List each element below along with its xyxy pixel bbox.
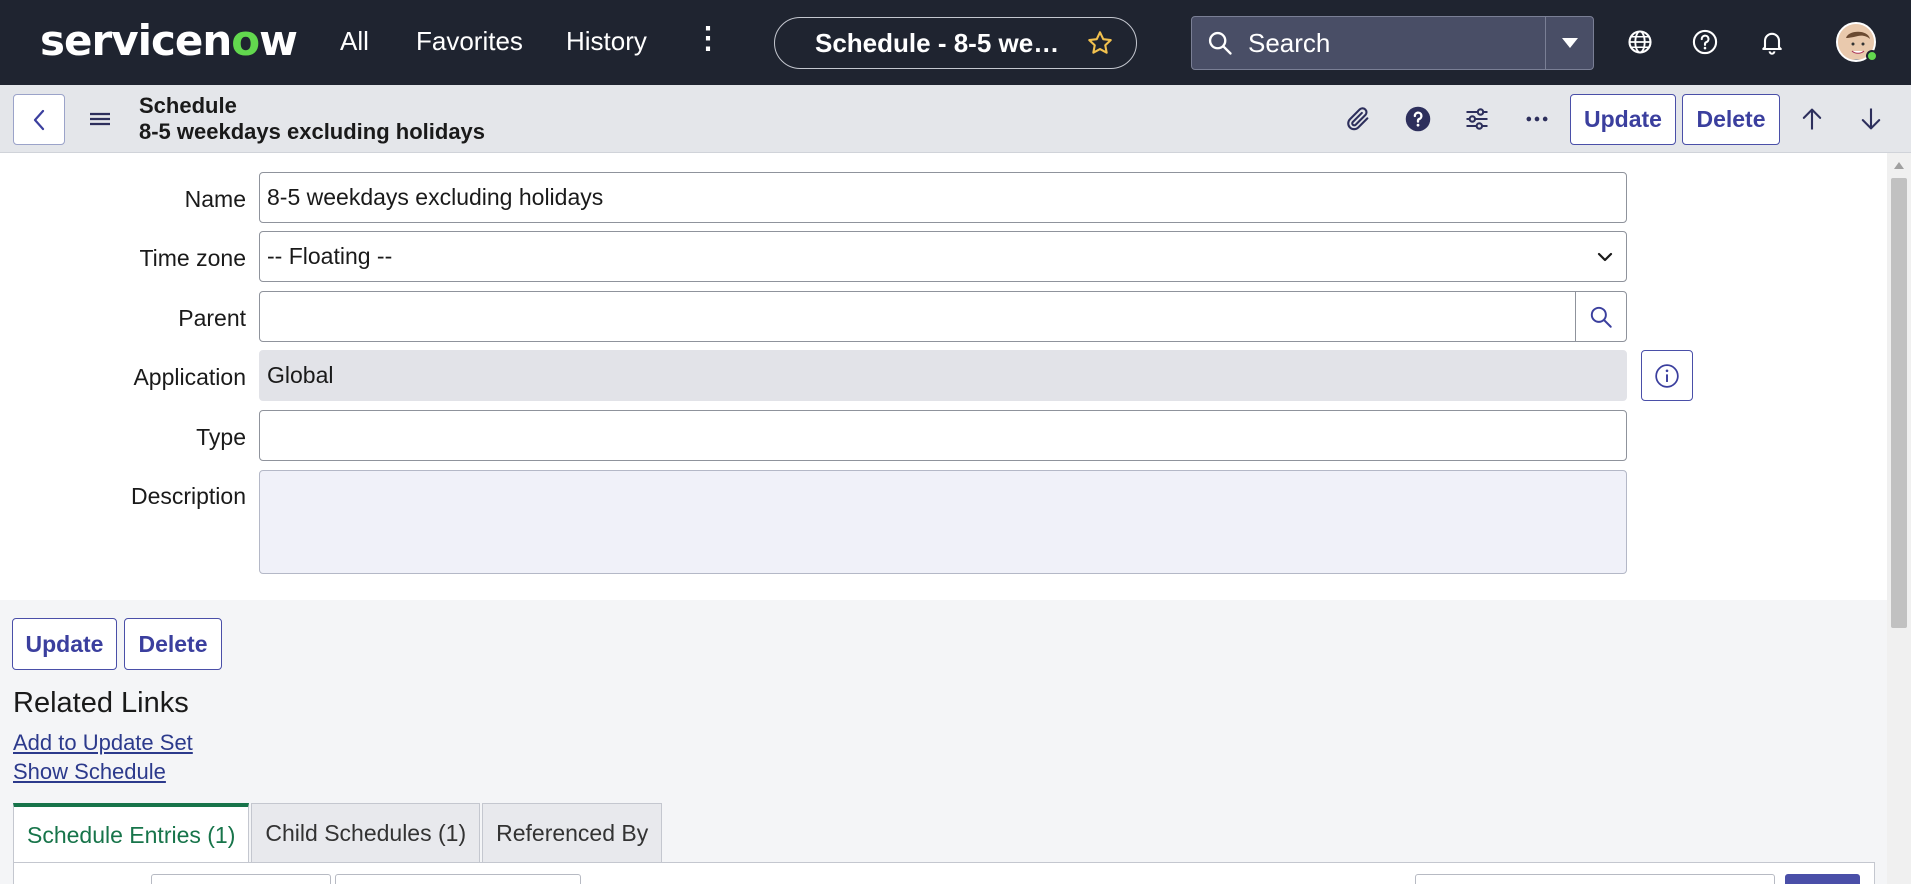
chevron-down-icon <box>1597 252 1613 262</box>
scroll-up-icon[interactable] <box>1893 160 1905 170</box>
list-control[interactable] <box>335 874 581 884</box>
update-button[interactable]: Update <box>12 618 117 670</box>
type-field[interactable] <box>259 410 1627 461</box>
nav-favorites[interactable]: Favorites <box>416 26 523 57</box>
form-subtitle: 8-5 weekdays excluding holidays <box>139 119 486 144</box>
more-options-icon[interactable] <box>1523 105 1551 133</box>
info-icon <box>1655 363 1679 388</box>
top-navigation: servicenow All Favorites History ⋮ Sched… <box>0 0 1911 85</box>
delete-button[interactable]: Delete <box>124 618 222 670</box>
type-label: Type <box>196 424 246 450</box>
name-field[interactable]: 8-5 weekdays excluding holidays <box>259 172 1627 223</box>
servicenow-logo[interactable]: servicenow <box>40 16 298 65</box>
bell-icon[interactable] <box>1758 28 1786 56</box>
scrollbar-thumb[interactable] <box>1891 178 1907 628</box>
more-menu-icon[interactable]: ⋮ <box>693 24 723 54</box>
help-circle-icon[interactable] <box>1691 28 1719 56</box>
search-input[interactable]: Search <box>1248 28 1545 59</box>
tab-referenced-by[interactable]: Referenced By <box>482 803 663 863</box>
application-field: Global <box>259 350 1627 401</box>
help-icon[interactable] <box>1404 105 1432 133</box>
parent-lookup-button[interactable] <box>1575 292 1626 341</box>
time-zone-label: Time zone <box>139 245 246 271</box>
nav-all[interactable]: All <box>340 26 369 57</box>
globe-icon[interactable] <box>1626 28 1654 56</box>
paperclip-icon[interactable] <box>1344 105 1372 133</box>
application-label: Application <box>133 364 246 390</box>
description-label: Description <box>130 483 246 509</box>
add-to-update-set-link[interactable]: Add to Update Set <box>13 730 193 756</box>
star-icon[interactable] <box>1086 29 1114 57</box>
context-pill-text: Schedule - 8-5 weekdays excluding holida… <box>815 27 1070 58</box>
list-action-button[interactable] <box>1785 874 1860 884</box>
global-search[interactable]: Search <box>1191 16 1594 70</box>
search-icon <box>1208 31 1232 55</box>
parent-field[interactable] <box>259 291 1627 342</box>
form-header: Schedule 8-5 weekdays excluding holidays… <box>0 85 1911 153</box>
list-search-field[interactable] <box>1415 874 1775 884</box>
magnifier-icon <box>1590 306 1612 328</box>
header-delete-button[interactable]: Delete <box>1682 94 1780 145</box>
settings-sliders-icon[interactable] <box>1463 105 1491 133</box>
chevron-left-icon <box>33 109 45 130</box>
back-button[interactable] <box>13 94 65 145</box>
description-textarea[interactable] <box>259 470 1627 574</box>
caret-down-icon <box>1561 38 1578 48</box>
time-zone-select[interactable]: -- Floating -- <box>259 231 1627 282</box>
search-dropdown-button[interactable] <box>1545 17 1593 69</box>
parent-label: Parent <box>178 305 246 331</box>
application-info-button[interactable] <box>1641 350 1693 401</box>
arrow-up-icon[interactable] <box>1798 105 1826 133</box>
context-pill[interactable]: Schedule - 8-5 weekdays excluding holida… <box>774 17 1137 69</box>
name-label: Name <box>184 186 246 212</box>
tab-child-schedules[interactable]: Child Schedules (1) <box>251 803 481 863</box>
related-links-title: Related Links <box>13 687 189 719</box>
show-schedule-link[interactable]: Show Schedule <box>13 759 166 785</box>
related-lists-tabs: Schedule Entries (1) Child Schedules (1)… <box>13 803 664 863</box>
nav-history[interactable]: History <box>566 26 647 57</box>
schedule-form: Name 8-5 weekdays excluding holidays Tim… <box>0 153 1887 600</box>
header-update-button[interactable]: Update <box>1570 94 1676 145</box>
presence-indicator <box>1866 50 1878 62</box>
form-title: Schedule <box>139 93 237 118</box>
tab-schedule-entries[interactable]: Schedule Entries (1) <box>13 803 250 863</box>
arrow-down-icon[interactable] <box>1857 105 1885 133</box>
hamburger-menu-icon[interactable] <box>87 107 113 131</box>
time-zone-value: -- Floating -- <box>267 243 393 269</box>
list-control[interactable] <box>151 874 331 884</box>
